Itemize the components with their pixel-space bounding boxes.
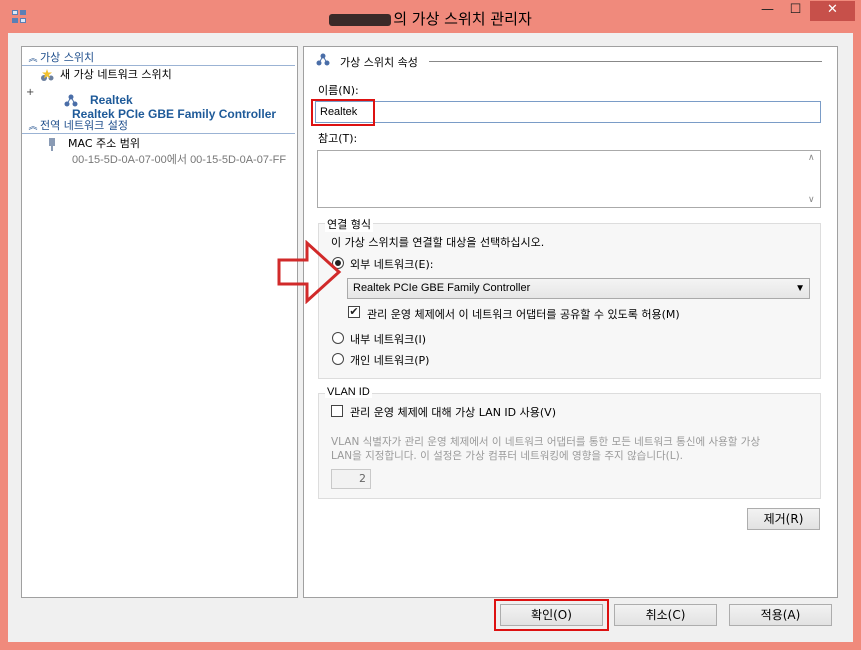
select-value: Realtek PCIe GBE Family Controller (353, 282, 531, 294)
tree-item-realtek-switch[interactable]: Realtek Realtek PCIe GBE Family Controll… (64, 93, 295, 121)
notes-textarea[interactable]: ∧ ∨ (317, 150, 821, 208)
scroll-up-arrow-icon[interactable]: ∧ (808, 153, 815, 163)
notes-scrollbar[interactable]: ∧ ∨ (804, 151, 820, 207)
window-frame: 의 가상 스위치 관리자 — ☐ ✕ ︽ 가상 스위치 새 가상 네트워크 스위치… (0, 0, 861, 650)
collapse-chevron-icon[interactable]: ︽ (26, 120, 40, 135)
private-network-label: 개인 네트워크(P) (350, 354, 430, 367)
name-highlight-box (311, 99, 375, 126)
vlan-checkbox[interactable] (331, 405, 343, 417)
section-label: 전역 네트워크 설정 (40, 119, 128, 132)
private-network-radio[interactable] (332, 353, 344, 365)
properties-group-title: 가상 스위치 속성 (340, 56, 418, 69)
vlan-id-input[interactable]: 2 (331, 469, 371, 489)
external-adapter-select[interactable]: Realtek PCIe GBE Family Controller ▼ (347, 278, 810, 299)
internal-network-label: 내부 네트워크(I) (350, 333, 427, 346)
name-input[interactable]: Realtek (315, 101, 821, 123)
section-header-virtual-switches[interactable]: ︽ 가상 스위치 (22, 50, 295, 66)
apply-button[interactable]: 적용(A) (729, 604, 832, 626)
mac-range-value: 00-15-5D-0A-07-00에서 00-15-5D-0A-07-FF (72, 154, 287, 166)
title-bar[interactable]: 의 가상 스위치 관리자 — ☐ ✕ (0, 0, 861, 33)
window-title: 의 가상 스위치 관리자 (0, 8, 861, 29)
section-header-global-settings[interactable]: ︽ 전역 네트워크 설정 (22, 118, 295, 134)
chevron-down-icon: ▼ (795, 283, 805, 294)
minimize-button[interactable]: — (754, 1, 781, 21)
tree-item-mac-range[interactable]: MAC 주소 범위 (48, 136, 140, 152)
group-divider (429, 61, 822, 62)
tree-item-new-switch[interactable]: 새 가상 네트워크 스위치 (40, 67, 172, 83)
window-title-text: 의 가상 스위치 관리자 (393, 10, 532, 28)
notes-label: 참고(T): (318, 132, 358, 145)
internal-network-radio[interactable] (332, 332, 344, 344)
tree-item-label: 새 가상 네트워크 스위치 (60, 68, 172, 81)
cancel-button[interactable]: 취소(C) (614, 604, 717, 626)
switch-list-pane: ︽ 가상 스위치 새 가상 네트워크 스위치 + Realtek Realtek … (21, 46, 298, 598)
collapse-chevron-icon[interactable]: ︽ (26, 52, 40, 67)
new-switch-star-icon (41, 68, 54, 81)
allow-mgmt-checkbox[interactable]: ✔ (348, 306, 360, 318)
scroll-down-arrow-icon[interactable]: ∨ (808, 195, 815, 205)
arrow-annotation-icon (277, 240, 342, 304)
connection-type-title: 연결 형식 (325, 216, 373, 232)
close-button[interactable]: ✕ (810, 1, 855, 21)
external-network-label: 외부 네트워크(E): (350, 258, 434, 271)
switch-name: Realtek (90, 93, 133, 107)
name-label: 이름(N): (318, 84, 359, 97)
redacted-host-name (329, 13, 392, 26)
network-switch-icon (316, 53, 330, 66)
allow-mgmt-label: 관리 운영 체제에서 이 네트워크 어댑터를 공유할 수 있도록 허용(M) (367, 308, 680, 321)
vlan-help-line-1: VLAN 식별자가 관리 운영 체제에서 이 네트워크 어댑터를 통한 모든 네… (331, 436, 761, 448)
vlan-help-line-2: LAN을 지정합니다. 이 설정은 가상 컴퓨터 네트워킹에 영향을 주지 않습… (331, 450, 684, 462)
section-label: 가상 스위치 (40, 51, 95, 64)
plug-icon (49, 137, 55, 151)
tree-item-label: MAC 주소 범위 (68, 137, 140, 150)
vlan-checkbox-label: 관리 운영 체제에 대해 가상 LAN ID 사용(V) (350, 406, 556, 419)
remove-button[interactable]: 제거(R) (747, 508, 820, 530)
expand-toggle[interactable]: + (26, 85, 38, 101)
ok-highlight-box (494, 599, 609, 631)
maximize-button[interactable]: ☐ (782, 1, 809, 21)
network-switch-icon (64, 94, 78, 107)
connection-type-prompt: 이 가상 스위치를 연결할 대상을 선택하십시오. (331, 236, 545, 249)
vlan-title: VLAN ID (325, 386, 372, 398)
